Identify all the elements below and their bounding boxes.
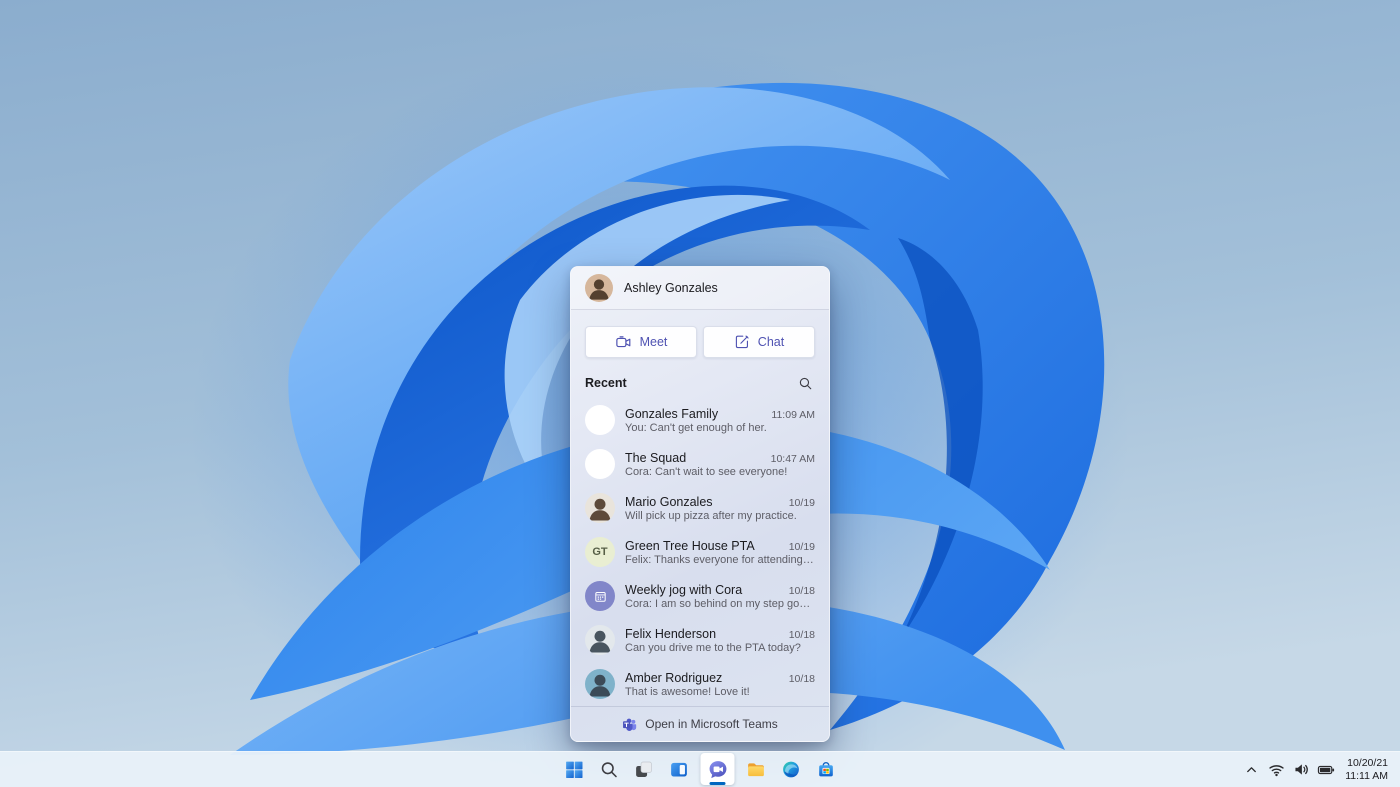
chat-name: Gonzales Family — [625, 406, 719, 421]
chat-preview: That is awesome! Love it! — [625, 685, 750, 698]
chat-timestamp: 10:47 AM — [770, 452, 815, 465]
task-view-button[interactable] — [631, 753, 658, 785]
chat-preview: Cora: I am so behind on my step goals. — [625, 597, 815, 610]
taskbar-date: 10/20/21 — [1347, 756, 1388, 769]
teams-chat-flyout: Ashley Gonzales Meet Chat Recent Gonzale… — [570, 266, 830, 742]
file-explorer-button[interactable] — [743, 753, 770, 785]
taskbar-time: 11:11 AM — [1345, 769, 1388, 782]
chat-name: Weekly jog with Cora — [625, 582, 743, 597]
chat-avatar — [585, 449, 615, 479]
flyout-header: Ashley Gonzales — [571, 267, 829, 310]
edge-button[interactable] — [778, 753, 805, 785]
chat-item-text: Green Tree House PTA 10/19 Felix: Thanks… — [625, 539, 815, 566]
chat-list-item[interactable]: Weekly jog with Cora 10/18 Cora: I am so… — [571, 574, 829, 618]
chat-name: The Squad — [625, 450, 687, 465]
flyout-footer: Open in Microsoft Teams — [571, 706, 829, 741]
search-icon — [799, 377, 811, 389]
microsoft-store-icon — [819, 761, 833, 776]
task-view-icon — [636, 761, 652, 777]
microsoft-store-button[interactable] — [813, 753, 840, 785]
chat-timestamp: 10/19 — [788, 496, 815, 509]
chat-preview: Will pick up pizza after my practice. — [625, 509, 797, 522]
battery-icon — [1318, 765, 1335, 774]
chat-timestamp: 11:09 AM — [771, 408, 815, 421]
video-camera-icon — [615, 335, 630, 347]
microsoft-teams-logo-icon — [623, 718, 637, 731]
chat-name: Felix Henderson — [625, 626, 717, 641]
chat-item-text: The Squad 10:47 AM Cora: Can't wait to s… — [625, 451, 815, 478]
open-in-teams-button[interactable]: Open in Microsoft Teams — [616, 716, 784, 733]
search-button[interactable] — [795, 373, 815, 393]
recent-header: Recent — [571, 371, 829, 393]
chat-avatar — [585, 625, 615, 655]
search-button-taskbar[interactable] — [596, 753, 623, 785]
start-button[interactable] — [561, 753, 588, 785]
teams-chat-button[interactable] — [700, 753, 735, 785]
file-explorer-icon — [748, 762, 764, 776]
chat-timestamp: 10/18 — [788, 584, 815, 597]
chat-item-text: Gonzales Family 11:09 AM You: Can't get … — [625, 407, 815, 434]
taskbar: 10/20/21 11:11 AM — [0, 751, 1400, 787]
battery-button[interactable] — [1314, 756, 1338, 784]
taskbar-clock[interactable]: 10/20/21 11:11 AM — [1339, 757, 1396, 783]
chat-button-label: Chat — [757, 335, 785, 349]
volume-icon — [1295, 764, 1308, 775]
tray-overflow-button[interactable] — [1239, 756, 1263, 784]
recent-title: Recent — [585, 376, 627, 390]
chat-list-item[interactable]: Felix Henderson 10/18 Can you drive me t… — [571, 618, 829, 662]
compose-icon — [735, 335, 749, 349]
chat-avatar — [585, 581, 615, 611]
chat-avatar — [585, 405, 615, 435]
chat-preview: You: Can't get enough of her. — [625, 421, 767, 434]
meet-button-label: Meet — [639, 335, 668, 349]
chat-list-item[interactable]: Gonzales Family 11:09 AM You: Can't get … — [571, 398, 829, 442]
teams-chat-icon — [709, 760, 726, 778]
user-name: Ashley Gonzales — [624, 281, 718, 295]
system-tray: 10/20/21 11:11 AM — [1239, 752, 1396, 787]
desktop: Ashley Gonzales Meet Chat Recent Gonzale… — [0, 0, 1400, 787]
chat-list-item[interactable]: GT Green Tree House PTA 10/19 Felix: Tha… — [571, 530, 829, 574]
windows-start-icon — [566, 761, 583, 778]
edge-icon — [783, 761, 799, 777]
chat-name: Green Tree House PTA — [625, 538, 755, 553]
user-avatar[interactable] — [585, 274, 613, 302]
meet-button[interactable]: Meet — [585, 326, 697, 358]
chat-list-item[interactable]: Mario Gonzales 10/19 Will pick up pizza … — [571, 486, 829, 530]
action-buttons: Meet Chat — [571, 310, 829, 371]
chat-preview: Felix: Thanks everyone for attending tod… — [625, 553, 815, 566]
chat-preview: Cora: Can't wait to see everyone! — [625, 465, 788, 478]
taskbar-center — [561, 753, 840, 785]
chat-item-text: Felix Henderson 10/18 Can you drive me t… — [625, 627, 815, 654]
chat-item-text: Amber Rodriguez 10/18 That is awesome! L… — [625, 671, 815, 698]
chat-button[interactable]: Chat — [703, 326, 815, 358]
chat-item-text: Weekly jog with Cora 10/18 Cora: I am so… — [625, 583, 815, 610]
chat-timestamp: 10/19 — [788, 540, 815, 553]
chat-list-item[interactable]: The Squad 10:47 AM Cora: Can't wait to s… — [571, 442, 829, 486]
chevron-up-icon — [1246, 767, 1256, 773]
chat-name: Amber Rodriguez — [625, 670, 723, 685]
chat-timestamp: 10/18 — [788, 628, 815, 641]
open-in-teams-label: Open in Microsoft Teams — [645, 717, 778, 731]
chat-timestamp: 10/18 — [788, 672, 815, 685]
chat-name: Mario Gonzales — [625, 494, 713, 509]
chat-avatar — [585, 493, 615, 523]
widgets-button[interactable] — [666, 753, 693, 785]
volume-button[interactable] — [1289, 756, 1313, 784]
chat-list-item[interactable]: Amber Rodriguez 10/18 That is awesome! L… — [571, 662, 829, 706]
search-icon — [601, 761, 617, 777]
wifi-button[interactable] — [1264, 756, 1288, 784]
chat-avatar: GT — [585, 537, 615, 567]
chat-avatar — [585, 669, 615, 699]
widgets-icon — [671, 762, 687, 776]
recent-list: Gonzales Family 11:09 AM You: Can't get … — [571, 393, 829, 706]
chat-preview: Can you drive me to the PTA today? — [625, 641, 801, 654]
wifi-icon — [1269, 765, 1284, 777]
chat-item-text: Mario Gonzales 10/19 Will pick up pizza … — [625, 495, 815, 522]
